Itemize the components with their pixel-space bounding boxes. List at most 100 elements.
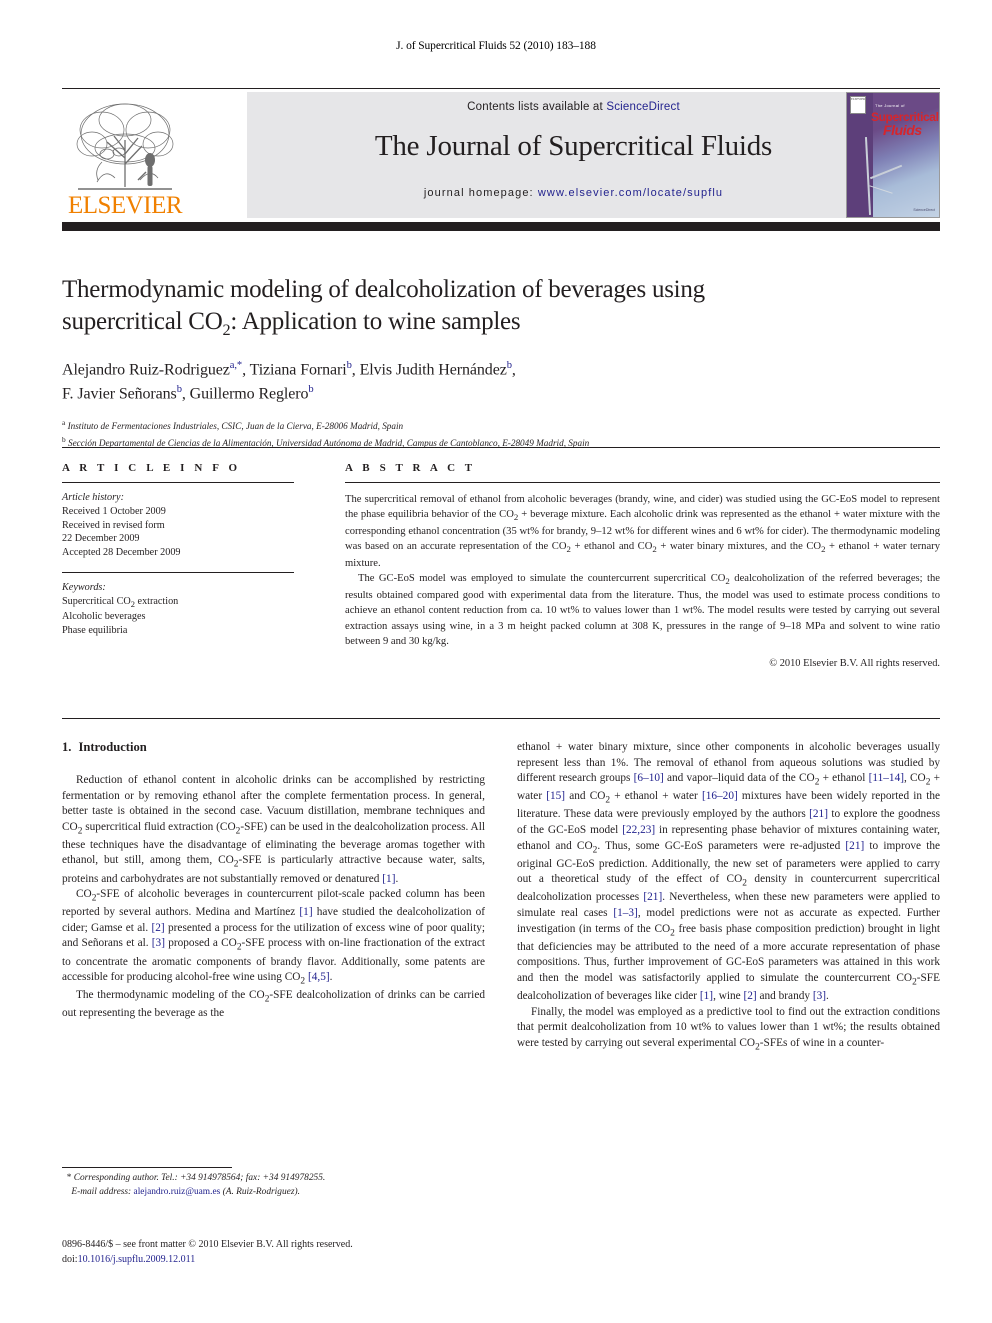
article-history-revised-date: 22 December 2009 [62, 533, 140, 545]
abstract-p1-d: + water binary mixtures, and the CO [656, 541, 822, 553]
intro-p2-h: . [329, 971, 333, 984]
author-1: Alejandro Ruiz-Rodriguez [62, 361, 230, 379]
article-history-revised: Received in revised form [62, 519, 165, 531]
running-head: J. of Supercritical Fluids 52 (2010) 183… [396, 40, 596, 52]
citation-ref-3[interactable]: [2] [152, 922, 165, 934]
citation-ref-14[interactable]: [1–3] [613, 907, 637, 919]
intro-r1-t: . [826, 990, 829, 1002]
intro-p1-b: supercritical fluid extraction (CO [82, 820, 236, 833]
elsevier-logo: ELSEVIER [62, 92, 188, 218]
article-info-column: A R T I C L E I N F O Article history: R… [62, 462, 294, 638]
intro-r1-d: , CO [904, 772, 926, 785]
citation-ref-4[interactable]: [3] [152, 937, 165, 949]
svg-text:ELSEVIER: ELSEVIER [68, 192, 183, 218]
article-title: Thermodynamic modeling of dealcoholizati… [62, 274, 940, 341]
contents-available-line: Contents lists available at ScienceDirec… [247, 101, 900, 113]
citation-ref-13[interactable]: [21] [643, 891, 662, 903]
email-link[interactable]: alejandro.ruiz@uam.es [134, 1187, 221, 1197]
corresponding-author-line: * Corresponding author. Tel.: +34 914978… [62, 1172, 485, 1186]
cover-title-line2: Fluids [883, 122, 922, 138]
keyword-3: Phase equilibria [62, 624, 128, 636]
doi-label: doi: [62, 1253, 78, 1265]
author-1-affil-marker[interactable]: a,* [230, 360, 242, 371]
intro-r1-f: and CO [565, 790, 606, 803]
intro-r1-s: and brandy [756, 990, 813, 1002]
article-title-line2-a: supercritical CO [62, 308, 223, 335]
intro-p2-e: proposed a CO [164, 937, 237, 950]
intro-r1-b: and vapor–liquid data of the CO [663, 772, 815, 785]
citation-ref-10[interactable]: [21] [809, 808, 828, 820]
cover-publisher-mark: ELSEVIER [850, 96, 866, 114]
paper-page: J. of Supercritical Fluids 52 (2010) 183… [0, 0, 992, 1323]
intro-paragraph-3: The thermodynamic modeling of the CO2-SF… [62, 988, 485, 1022]
keyword-1-b: extraction [135, 595, 179, 607]
corresponding-author-text: Corresponding author. Tel.: +34 91497856… [71, 1173, 326, 1183]
citation-ref-7[interactable]: [11–14] [869, 772, 904, 784]
intro-p1-e: . [395, 872, 399, 885]
abstract-column: A B S T R A C T The supercritical remova… [345, 462, 940, 669]
keywords-rule [62, 571, 294, 573]
introduction-text-left: Reduction of ethanol content in alcoholi… [62, 773, 485, 1022]
keywords-label: Keywords: [62, 581, 106, 593]
article-history-label: Article history: [62, 492, 124, 503]
imprint-block: 0896-8446/$ – see front matter © 2010 El… [62, 1238, 562, 1267]
author-4: F. Javier Señorans [62, 385, 177, 403]
affiliation-b: b Sección Departamental de Ciencias de l… [62, 434, 940, 451]
doi-link[interactable]: 10.1016/j.supflu.2009.12.011 [78, 1254, 196, 1265]
section-heading-introduction: 1. Introduction [62, 740, 485, 755]
citation-ref-17[interactable]: [3] [813, 990, 826, 1002]
citation-ref-5[interactable]: [4,5] [308, 971, 330, 983]
article-history-received: Received 1 October 2009 [62, 505, 166, 517]
email-owner: (A. Ruiz-Rodriguez). [220, 1186, 300, 1197]
citation-ref-6[interactable]: [6–10] [634, 772, 664, 784]
intro-paragraph-5: Finally, the model was employed as a pre… [517, 1005, 940, 1054]
title-block: Thermodynamic modeling of dealcoholizati… [62, 274, 940, 451]
citation-ref-1[interactable]: [1] [382, 873, 395, 885]
article-history-group: Article history: Received 1 October 2009… [62, 491, 294, 560]
cover-branch-graphic-2 [869, 164, 903, 179]
citation-ref-12[interactable]: [21] [845, 840, 864, 852]
author-list: Alejandro Ruiz-Rodrigueza,*, Tiziana For… [62, 358, 940, 407]
abstract-body: The supercritical removal of ethanol fro… [345, 492, 940, 649]
citation-ref-2[interactable]: [1] [299, 906, 312, 918]
intro-p3-a: The thermodynamic modeling of the CO [76, 989, 265, 1002]
author-sep-1: , Tiziana Fornari [242, 361, 347, 379]
citation-ref-8[interactable]: [15] [546, 790, 565, 802]
doi-line: doi:10.1016/j.supflu.2009.12.011 [62, 1253, 562, 1268]
author-sep-3: , [511, 361, 516, 379]
abstract-p2-a: The GC-EoS model was employed to simulat… [358, 573, 726, 585]
citation-ref-15[interactable]: [1] [700, 990, 713, 1002]
footnote-rule [62, 1167, 232, 1168]
article-title-line1: Thermodynamic modeling of dealcoholizati… [62, 276, 705, 303]
journal-masthead: ELSEVIER Contents lists available at Sci… [62, 92, 940, 218]
keywords-group: Keywords: Supercritical CO2 extraction A… [62, 581, 294, 638]
keyword-1-a: Supercritical CO [62, 595, 131, 607]
intro-paragraph-4: ethanol + water binary mixture, since ot… [517, 740, 940, 1005]
citation-ref-16[interactable]: [2] [744, 990, 757, 1002]
intro-r2-b: -SFEs of wine in a counter- [759, 1036, 885, 1049]
journal-homepage-link[interactable]: www.elsevier.com/locate/supflu [538, 187, 723, 199]
issn-line: 0896-8446/$ – see front matter © 2010 El… [62, 1239, 353, 1250]
masthead-dark-bar [62, 222, 940, 231]
body-column-right: ethanol + water binary mixture, since ot… [517, 740, 940, 1054]
intro-r1-g: + ethanol + water [610, 790, 702, 803]
keyword-2: Alcoholic beverages [62, 611, 146, 623]
author-5-affil-marker[interactable]: b [308, 384, 313, 395]
abstract-p1-c: + ethanol and CO [570, 541, 653, 553]
intro-p2-a: CO [76, 888, 92, 901]
affiliation-a: a Instituto de Fermentaciones Industrial… [62, 417, 940, 434]
cover-footer-mark: ScienceDirect [913, 208, 935, 212]
sciencedirect-link[interactable]: ScienceDirect [606, 101, 680, 113]
abstract-block-rule [62, 718, 940, 719]
cover-kicker: The Journal of [875, 103, 905, 108]
affiliation-a-text: Instituto de Fermentaciones Industriales… [65, 421, 404, 432]
article-history-accepted: Accepted 28 December 2009 [62, 547, 181, 559]
article-info-heading: A R T I C L E I N F O [62, 462, 241, 474]
citation-ref-9[interactable]: [16–20] [702, 790, 738, 802]
section-number: 1. [62, 740, 72, 754]
intro-paragraph-1: Reduction of ethanol content in alcoholi… [62, 773, 485, 887]
abstract-paragraph-2: The GC-EoS model was employed to simulat… [345, 571, 940, 649]
abstract-p2-b: dealcoholization of the referred beverag… [345, 573, 940, 647]
citation-ref-11[interactable]: [22,23] [622, 824, 655, 836]
abstract-rule [345, 482, 940, 483]
